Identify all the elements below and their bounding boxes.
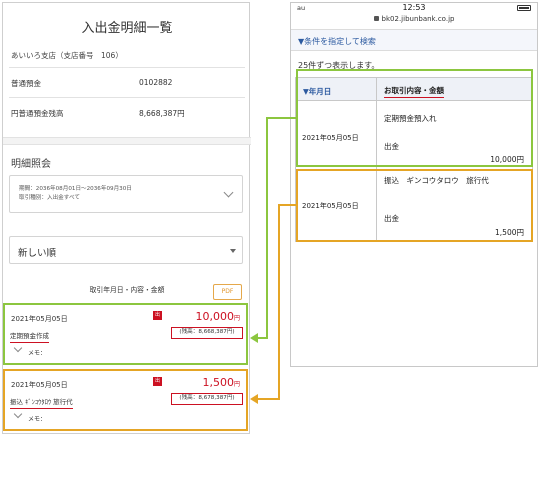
period-filter[interactable]: 期間：2036年08月01日～2036年09月30日 取引種別：入出金すべて bbox=[9, 175, 243, 213]
sort-select[interactable]: 新しい順 bbox=[9, 236, 243, 264]
highlight-box-row1 bbox=[296, 69, 533, 167]
withdrawal-badge: 出 bbox=[153, 311, 162, 320]
period-line: 期間：2036年08月01日～2036年09月30日 bbox=[19, 186, 132, 192]
status-bar: au 12:53 bbox=[291, 3, 537, 13]
transaction-description: 定期預金作成 bbox=[10, 330, 49, 343]
connector-line-green bbox=[266, 117, 268, 339]
page-title: 入出金明細一覧 bbox=[81, 21, 173, 36]
chevron-down-icon[interactable] bbox=[13, 343, 23, 353]
sort-value: 新しい順 bbox=[18, 248, 57, 259]
transaction-card-2[interactable]: 2021年05月05日 出 1,500円 振込 ｷﾞﾝｺｳﾀﾛｳ 旅行代 (残高… bbox=[3, 369, 248, 431]
type-line: 取引種別：入出金すべて bbox=[19, 195, 80, 201]
search-filter-toggle[interactable]: ▼条件を指定して検索 bbox=[291, 29, 537, 51]
arrow-left-icon bbox=[250, 333, 258, 343]
balance-after: (残高：8,678,387円) bbox=[171, 393, 243, 405]
memo-label: メモ： bbox=[28, 416, 47, 423]
balance-label: 円普通預金残高 bbox=[11, 109, 64, 118]
pdf-button[interactable]: PDF bbox=[213, 284, 242, 300]
account-number: 0102882 bbox=[139, 78, 173, 87]
account-type-label: 普通預金 bbox=[11, 79, 41, 88]
section-title: 明細照会 bbox=[11, 159, 51, 170]
connector-line-orange bbox=[278, 204, 296, 206]
highlight-box-row2 bbox=[296, 169, 533, 242]
memo-label: メモ： bbox=[28, 350, 47, 357]
chevron-down-icon[interactable] bbox=[13, 409, 23, 419]
address-bar[interactable]: bk02.jibunbank.co.jp bbox=[291, 15, 537, 23]
account-row: 普通預金 0102882 bbox=[9, 67, 245, 95]
transaction-amount: 1,500円 bbox=[202, 376, 240, 389]
section-divider bbox=[3, 137, 251, 145]
transaction-date: 2021年05月05日 bbox=[11, 381, 68, 389]
balance-row: 円普通預金残高 8,668,387円 bbox=[9, 97, 245, 125]
branch-info: あいいろ支店（支店番号 106） bbox=[11, 51, 123, 60]
clock: 12:53 bbox=[402, 3, 426, 12]
withdrawal-badge: 出 bbox=[153, 377, 162, 386]
connector-line-green bbox=[266, 117, 296, 119]
lock-icon bbox=[373, 16, 379, 21]
url-text: bk02.jibunbank.co.jp bbox=[381, 15, 455, 23]
connector-line-orange bbox=[256, 398, 280, 400]
balance-value: 8,668,387円 bbox=[139, 109, 185, 118]
transaction-card-1[interactable]: 2021年05月05日 出 10,000円 定期預金作成 (残高：8,668,3… bbox=[3, 303, 248, 365]
caret-down-icon bbox=[230, 249, 236, 253]
connector-line-orange bbox=[278, 204, 280, 400]
transaction-description: 振込 ｷﾞﾝｺｳﾀﾛｳ 旅行代 bbox=[10, 396, 73, 409]
transaction-date: 2021年05月05日 bbox=[11, 315, 68, 323]
battery-icon bbox=[517, 5, 531, 11]
arrow-left-icon bbox=[250, 394, 258, 404]
transaction-amount: 10,000円 bbox=[195, 310, 240, 323]
balance-after: (残高：8,668,387円) bbox=[171, 327, 243, 339]
